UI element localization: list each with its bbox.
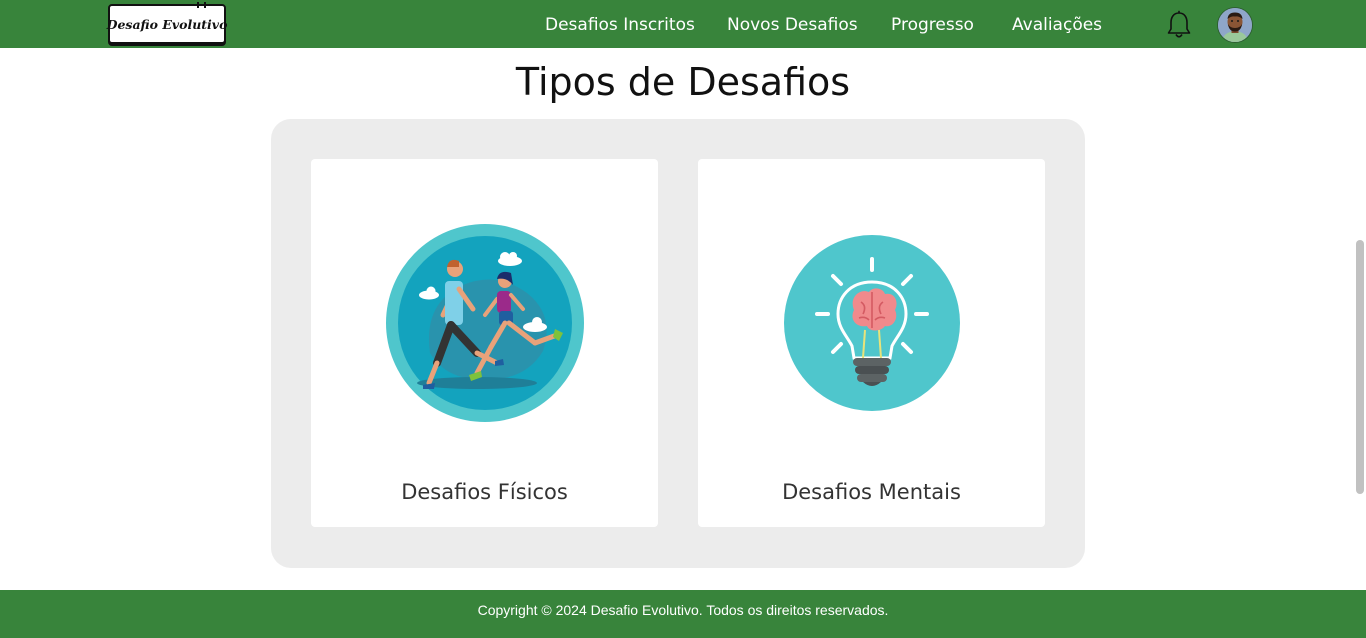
card-label-fisicos: Desafios Físicos [401,480,568,504]
user-avatar[interactable] [1218,8,1252,42]
nav-novos-desafios[interactable]: Novos Desafios [727,15,858,35]
challenge-types-panel: Desafios Físicos Desafios Mentais [271,119,1085,568]
nav-progresso[interactable]: Progresso [891,15,974,35]
nav-avaliacoes[interactable]: Avaliações [1012,15,1102,35]
brain-lightbulb-illustration [783,234,961,416]
card-label-mentais: Desafios Mentais [782,480,961,504]
top-navbar: Desafio Evolutivo Desafios Inscritos Nov… [0,0,1366,48]
logo-decoration [197,2,206,8]
logo-text: Desafio Evolutivo [106,16,228,32]
card-desafios-mentais[interactable]: Desafios Mentais [698,159,1045,527]
footer: Copyright © 2024 Desafio Evolutivo. Todo… [0,590,1366,638]
runners-illustration [385,223,585,427]
logo[interactable]: Desafio Evolutivo [106,4,228,44]
page-title: Tipos de Desafios [515,60,851,104]
copyright-text: Copyright © 2024 Desafio Evolutivo. Todo… [477,602,889,618]
nav-desafios-inscritos[interactable]: Desafios Inscritos [545,15,695,35]
page-scrollbar[interactable] [1356,240,1364,494]
card-desafios-fisicos[interactable]: Desafios Físicos [311,159,658,527]
bell-icon[interactable] [1166,10,1192,40]
